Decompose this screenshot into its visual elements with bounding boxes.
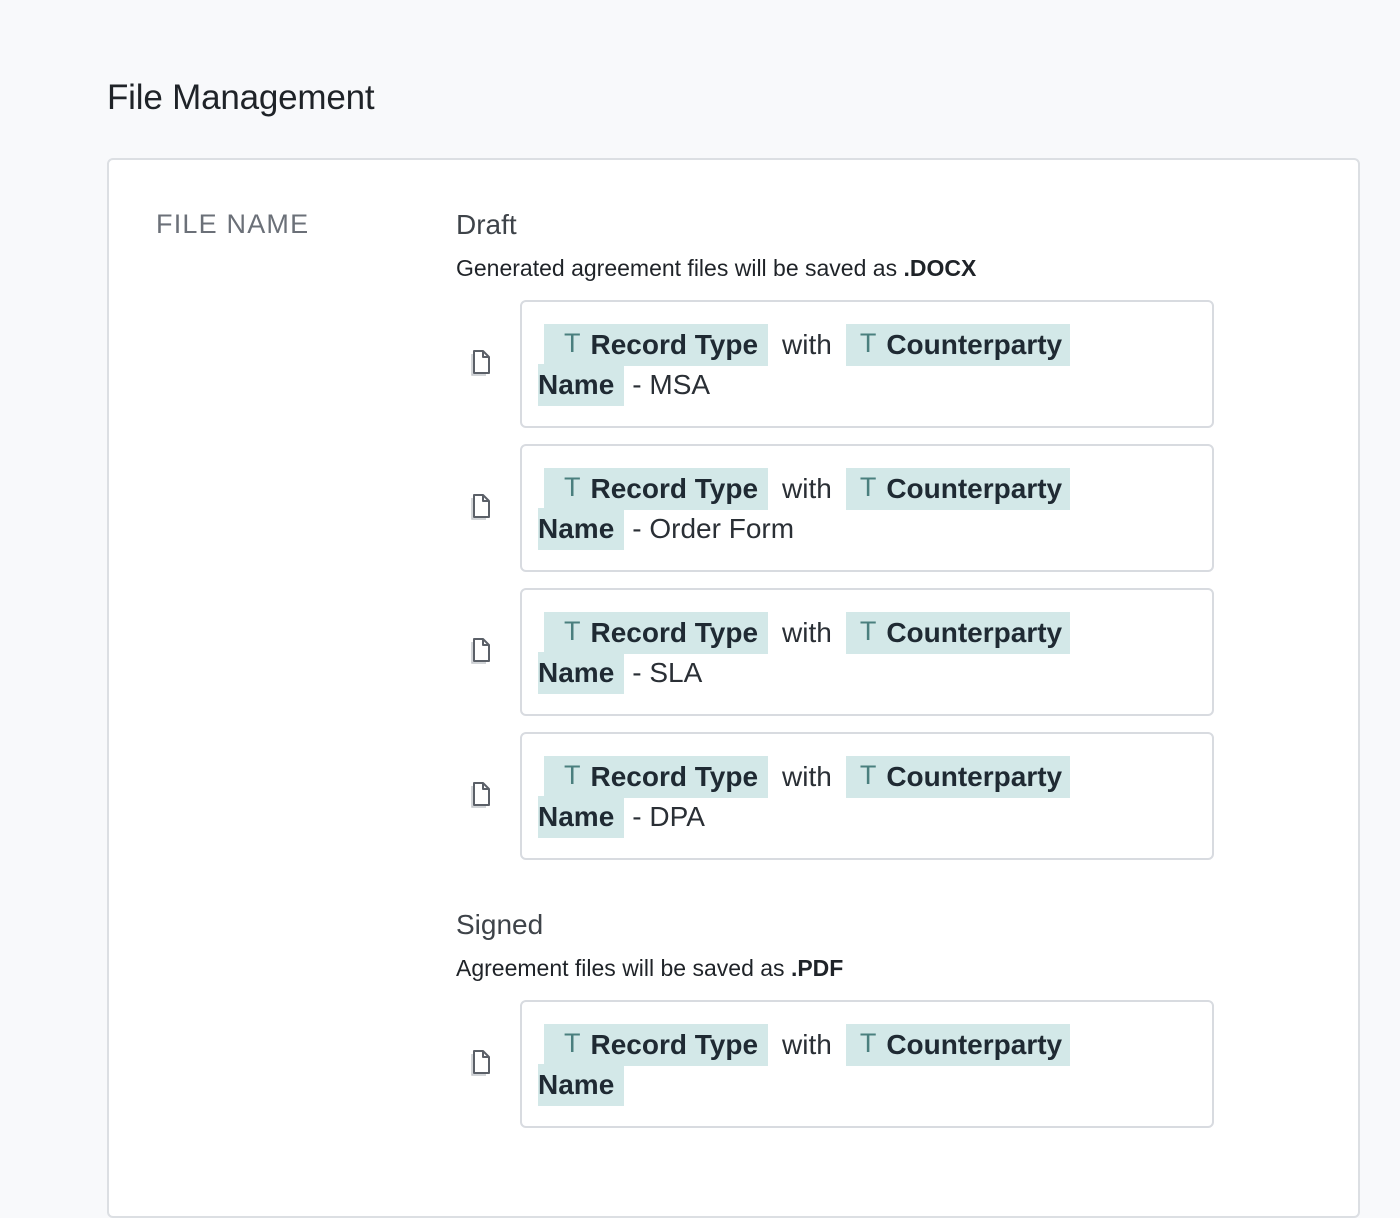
token-counterparty-name[interactable]: T Counterparty: [845, 756, 1071, 798]
file-name-template-field[interactable]: T Record Type with T Counterparty Name - SLA: [520, 588, 1214, 716]
text-type-icon: T: [564, 1028, 581, 1058]
token-counterparty-name[interactable]: T Counterparty: [845, 324, 1071, 366]
joiner-text: with: [782, 473, 832, 504]
token-record-type[interactable]: T Record Type: [544, 612, 769, 654]
token-record-type-label: Record Type: [590, 473, 759, 504]
file-name-row: T Record Type with T Counterparty Name - DPA: [456, 732, 1216, 860]
signed-description-text: Agreement files will be saved as: [456, 955, 785, 981]
token-counterparty-label: Counterparty: [886, 329, 1063, 360]
token-counterparty-label: Counterparty: [886, 473, 1063, 504]
signed-title: Signed: [456, 909, 544, 940]
file-icon: [470, 780, 492, 808]
joiner-text: with: [782, 329, 832, 360]
text-type-icon: T: [859, 328, 877, 358]
token-counterparty-name-continued[interactable]: Name: [538, 1064, 625, 1106]
token-record-type[interactable]: T Record Type: [544, 468, 769, 510]
file-name-row: T Record Type with T Counterparty Name: [456, 1000, 1216, 1128]
token-counterparty-label: Counterparty: [886, 761, 1063, 792]
file-name-row: T Record Type with T Counterparty Name - Orde…: [456, 444, 1216, 572]
token-counterparty-label: Counterparty: [886, 617, 1063, 648]
file-name-row: T Record Type with T Counterparty Name - MSA: [456, 300, 1216, 428]
file-suffix-text: - DPA: [632, 801, 705, 832]
text-type-icon: T: [564, 472, 581, 502]
file-suffix-text: - SLA: [632, 657, 703, 688]
text-type-icon: T: [859, 616, 877, 646]
token-counterparty-name-continued[interactable]: Name: [538, 364, 625, 406]
token-record-type-label: Record Type: [590, 329, 759, 360]
draft-extension: .DOCX: [903, 255, 977, 281]
draft-title: Draft: [456, 209, 517, 240]
section-label-file-name: FILE NAME: [156, 209, 310, 239]
token-record-type[interactable]: T Record Type: [544, 1024, 769, 1066]
joiner-text: with: [782, 761, 832, 792]
file-name-template-field[interactable]: T Record Type with T Counterparty Name - Orde…: [520, 444, 1214, 572]
text-type-icon: T: [564, 760, 581, 790]
file-suffix-text: - Order Form: [632, 513, 795, 544]
text-type-icon: T: [859, 760, 877, 790]
file-icon: [470, 348, 492, 376]
file-icon: [470, 1048, 492, 1076]
file-suffix-text: - MSA: [632, 369, 711, 400]
file-name-template-field[interactable]: T Record Type with T Counterparty Name: [520, 1000, 1214, 1128]
joiner-text: with: [782, 1029, 832, 1060]
token-counterparty-name-continued[interactable]: Name: [538, 508, 625, 550]
signed-extension: .PDF: [790, 955, 844, 981]
token-counterparty-name[interactable]: T Counterparty: [845, 468, 1071, 510]
token-counterparty-name-continued[interactable]: Name: [538, 652, 625, 694]
signed-description: Agreement files will be saved as .PDF: [456, 955, 843, 982]
token-record-type[interactable]: T Record Type: [544, 756, 769, 798]
token-counterparty-name[interactable]: T Counterparty: [845, 612, 1071, 654]
token-record-type-label: Record Type: [590, 761, 759, 792]
token-record-type-label: Record Type: [590, 617, 759, 648]
text-type-icon: T: [859, 472, 877, 502]
file-name-template-field[interactable]: T Record Type with T Counterparty Name - MSA: [520, 300, 1214, 428]
text-type-icon: T: [564, 328, 581, 358]
token-record-type-label: Record Type: [590, 1029, 759, 1060]
token-counterparty-label: Counterparty: [886, 1029, 1063, 1060]
draft-description-text: Generated agreement files will be saved …: [456, 255, 898, 281]
file-name-template-field[interactable]: T Record Type with T Counterparty Name - DPA: [520, 732, 1214, 860]
file-name-row: T Record Type with T Counterparty Name - SLA: [456, 588, 1216, 716]
text-type-icon: T: [564, 616, 581, 646]
draft-description: Generated agreement files will be saved …: [456, 255, 976, 282]
text-type-icon: T: [859, 1028, 877, 1058]
page-title: File Management: [107, 78, 375, 117]
joiner-text: with: [782, 617, 832, 648]
token-counterparty-name[interactable]: T Counterparty: [845, 1024, 1071, 1066]
file-icon: [470, 492, 492, 520]
file-icon: [470, 636, 492, 664]
token-counterparty-name-continued[interactable]: Name: [538, 796, 625, 838]
token-record-type[interactable]: T Record Type: [544, 324, 769, 366]
